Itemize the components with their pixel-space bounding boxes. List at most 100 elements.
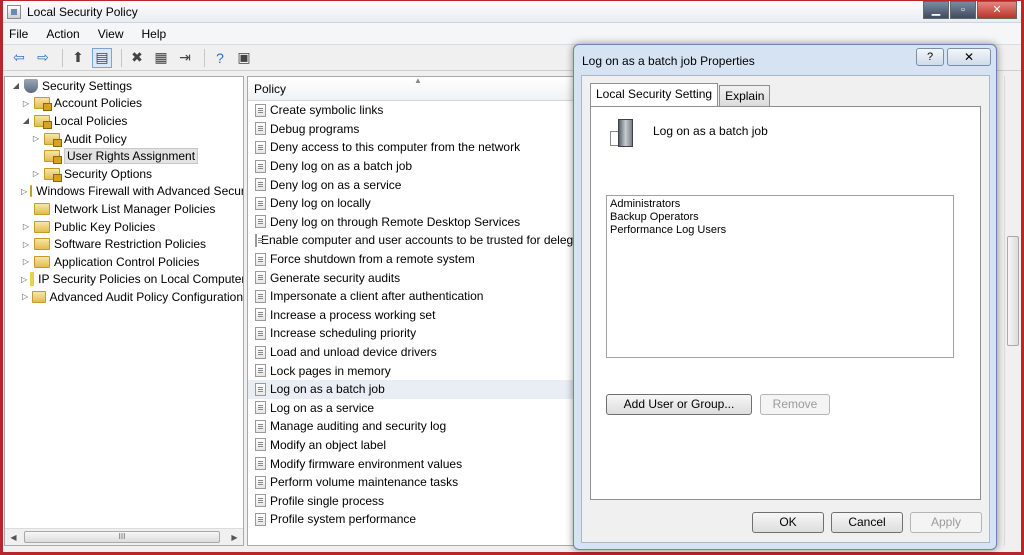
tree-item-label: Public Key Policies (54, 219, 156, 234)
tree-item[interactable]: ◢ Security Settings (5, 77, 243, 95)
policy-row[interactable]: Increase scheduling priority (248, 324, 576, 343)
collapsed-triangle-icon[interactable]: ▷ (21, 240, 31, 249)
policy-row[interactable]: Deny log on through Remote Desktop Servi… (248, 213, 576, 232)
tree-item[interactable]: ▷ Windows Firewall with Advanced Security (5, 183, 243, 201)
policy-label: Increase scheduling priority (270, 326, 417, 341)
ip-security-icon (30, 272, 35, 287)
forward-arrow-icon[interactable]: ⇨ (33, 48, 53, 68)
help-icon[interactable]: ? (210, 48, 230, 68)
expanded-triangle-icon[interactable]: ◢ (11, 81, 21, 90)
server-policy-icon (610, 117, 640, 150)
column-header-policy[interactable]: ▲ Policy (248, 77, 576, 101)
member-item[interactable]: Backup Operators (610, 211, 950, 224)
cancel-button[interactable]: Cancel (831, 512, 903, 533)
expanded-triangle-icon[interactable]: ◢ (21, 116, 31, 125)
export-list-icon[interactable]: ⇥ (175, 48, 195, 68)
menu-action[interactable]: Action (46, 27, 79, 41)
maximize-button[interactable]: ▫ (950, 1, 976, 19)
add-user-or-group-button[interactable]: Add User or Group... (606, 394, 752, 415)
tree-item[interactable]: Network List Manager Policies (5, 200, 243, 218)
tree-item[interactable]: ▷ IP Security Policies on Local Computer (5, 271, 243, 289)
up-folder-icon[interactable]: ⬆ (68, 48, 88, 68)
policy-row[interactable]: Deny log on as a service (248, 175, 576, 194)
menu-file[interactable]: File (9, 27, 28, 41)
policy-row[interactable]: Enable computer and user accounts to be … (248, 231, 576, 250)
policy-icon (255, 140, 266, 154)
policy-row[interactable]: Force shutdown from a remote system (248, 250, 576, 269)
dialog-close-button[interactable]: ✕ (947, 48, 991, 66)
tree-item-label: Security Options (64, 166, 153, 181)
title-bar[interactable]: Local Security Policy ▁ ▫ ✕ (3, 1, 1021, 23)
tree-item[interactable]: ▷ Public Key Policies (5, 218, 243, 236)
delete-icon[interactable]: ✖ (127, 48, 147, 68)
policy-icon (255, 233, 263, 247)
tree-item[interactable]: ▷ Advanced Audit Policy Configuration (5, 288, 243, 306)
member-item[interactable]: Administrators (610, 198, 950, 211)
policy-row[interactable]: Log on as a batch job (248, 379, 576, 399)
menu-help[interactable]: Help (142, 27, 167, 41)
policy-row[interactable]: Generate security audits (248, 268, 576, 287)
tree-item[interactable]: ◢ Local Policies (5, 112, 243, 130)
policy-label: Modify an object label (270, 437, 387, 452)
collapsed-triangle-icon[interactable]: ▷ (21, 222, 31, 231)
policy-icon (255, 345, 266, 359)
close-window-button[interactable]: ✕ (977, 1, 1017, 19)
minimize-button[interactable]: ▁ (923, 1, 949, 19)
policy-row[interactable]: Log on as a service (248, 399, 576, 418)
tab-explain[interactable]: Explain (719, 85, 771, 106)
tree-item[interactable]: ▷ Software Restriction Policies (5, 235, 243, 253)
scroll-left-icon[interactable]: ◀ (5, 529, 22, 546)
tree-item[interactable]: User Rights Assignment (5, 147, 243, 165)
collapsed-triangle-icon[interactable]: ▷ (21, 99, 31, 108)
policy-row[interactable]: Increase a process working set (248, 306, 576, 325)
collapsed-triangle-icon[interactable]: ▷ (21, 187, 27, 196)
menu-view[interactable]: View (98, 27, 124, 41)
tree-item[interactable]: ▷ Security Options (5, 165, 243, 183)
collapsed-triangle-icon[interactable]: ▷ (31, 134, 41, 143)
vertical-scroll-thumb[interactable] (1007, 236, 1019, 346)
properties-icon[interactable]: ▦ (151, 48, 171, 68)
scroll-right-icon[interactable]: ▶ (226, 529, 243, 546)
policy-label: Debug programs (270, 121, 360, 136)
collapsed-triangle-icon[interactable]: ▷ (21, 275, 27, 284)
toolbar-separator (204, 48, 205, 67)
policy-row[interactable]: Profile single process (248, 491, 576, 510)
tree-item[interactable]: ▷ Audit Policy (5, 130, 243, 148)
main-vertical-scrollbar[interactable] (1004, 76, 1021, 546)
members-list[interactable]: Administrators Backup Operators Performa… (606, 195, 954, 358)
policy-row[interactable]: Lock pages in memory (248, 361, 576, 380)
policy-row[interactable]: Modify an object label (248, 436, 576, 455)
policy-row[interactable]: Deny log on locally (248, 194, 576, 213)
policy-row[interactable]: Debug programs (248, 120, 576, 139)
remove-button[interactable]: Remove (760, 394, 830, 415)
policy-row[interactable]: Profile system performance (248, 510, 576, 529)
policy-row[interactable]: Deny access to this computer from the ne… (248, 138, 576, 157)
policy-row[interactable]: Create symbolic links (248, 101, 576, 120)
member-item[interactable]: Performance Log Users (610, 224, 950, 237)
apply-button[interactable]: Apply (910, 512, 982, 533)
show-console-icon[interactable]: ▣ (234, 48, 254, 68)
policy-row[interactable]: Perform volume maintenance tasks (248, 473, 576, 492)
collapsed-triangle-icon[interactable]: ▷ (21, 292, 29, 301)
scroll-track[interactable]: III (22, 529, 226, 545)
tab-local-security-setting[interactable]: Local Security Setting (590, 83, 719, 106)
back-arrow-icon[interactable]: ⇦ (9, 48, 29, 68)
folder-icon (34, 255, 50, 268)
collapsed-triangle-icon[interactable]: ▷ (21, 257, 31, 266)
policy-row[interactable]: Impersonate a client after authenticatio… (248, 287, 576, 306)
policy-row[interactable]: Load and unload device drivers (248, 343, 576, 362)
tree-item[interactable]: ▷ Application Control Policies (5, 253, 243, 271)
collapsed-triangle-icon[interactable]: ▷ (31, 169, 41, 178)
policy-row[interactable]: Modify firmware environment values (248, 454, 576, 473)
tree-item[interactable]: ▷ Account Policies (5, 95, 243, 113)
policy-row[interactable]: Manage auditing and security log (248, 417, 576, 436)
policy-row[interactable]: Deny log on as a batch job (248, 157, 576, 176)
ok-button[interactable]: OK (752, 512, 824, 533)
scroll-thumb[interactable]: III (24, 531, 220, 543)
policy-icon (255, 382, 266, 396)
tree-item-label: Advanced Audit Policy Configuration (49, 289, 243, 304)
window-title: Local Security Policy (27, 4, 138, 19)
tree-horizontal-scrollbar[interactable]: ◀ III ▶ (5, 528, 243, 545)
dialog-help-button[interactable]: ? (916, 48, 944, 66)
show-hide-tree-icon[interactable]: ▤ (92, 47, 112, 68)
